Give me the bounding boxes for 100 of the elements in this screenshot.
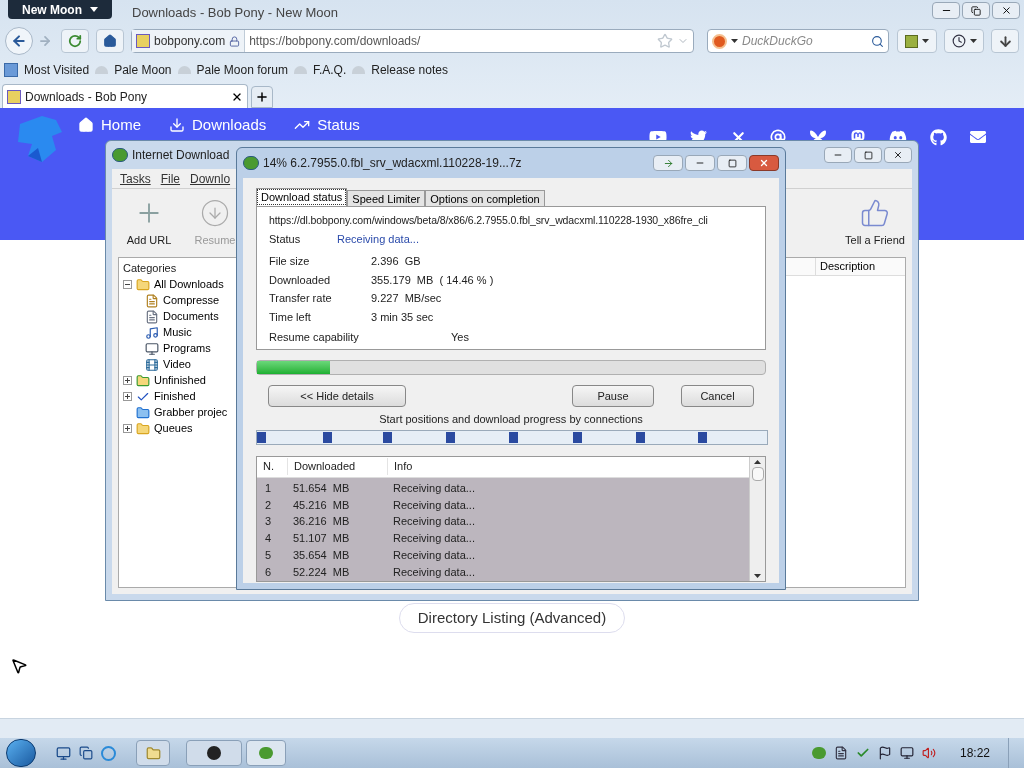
bookmarks-button[interactable] (897, 29, 937, 53)
tree-item[interactable]: Video (163, 356, 191, 373)
column-header[interactable]: Description (815, 258, 905, 275)
expand-toggle[interactable] (123, 392, 132, 401)
speaker-icon (921, 746, 936, 760)
tree-item[interactable]: Grabber projec (154, 404, 228, 421)
globe-icon (177, 66, 191, 74)
toolbar-button[interactable]: Add URL (116, 193, 182, 253)
collapse-toggle[interactable] (123, 280, 132, 289)
app-menu-button[interactable]: New Moon (8, 0, 112, 19)
home-icon (103, 34, 117, 48)
nav-link[interactable]: Downloads (169, 116, 267, 134)
caret-icon (969, 39, 977, 43)
menu-item[interactable]: Tasks (120, 169, 151, 188)
table-cell-text: Receiving data... (392, 531, 475, 547)
download-circle-icon (200, 197, 230, 228)
reload-icon (68, 34, 82, 48)
table-cell-text: 51.654 MB (292, 480, 351, 496)
minimize-button[interactable] (824, 147, 852, 163)
home-button[interactable] (96, 29, 124, 53)
field-value: 2.396 GB (371, 254, 421, 270)
close-icon (893, 150, 903, 160)
bookmark-link[interactable]: Pale Moon forum (196, 61, 288, 79)
maximize-button[interactable] (854, 147, 882, 163)
close-button[interactable] (749, 155, 779, 171)
caret-icon (731, 39, 738, 43)
close-button[interactable] (992, 2, 1020, 19)
bookmark-link[interactable]: Pale Moon (114, 61, 172, 79)
table-cell-text: 51.107 MB (292, 531, 351, 547)
field-value: 3 min 35 sec (371, 309, 434, 325)
browser-tab[interactable]: Downloads - Bob Pony (2, 84, 248, 108)
dialog-tab[interactable]: Download status (256, 188, 348, 206)
window-title: Downloads - Bob Pony - New Moon (132, 4, 338, 22)
directory-listing-button[interactable]: Directory Listing (Advanced) (398, 603, 626, 633)
close-button[interactable] (884, 147, 912, 163)
search-bar[interactable]: DuckDuckGo (707, 29, 889, 53)
site-identity[interactable]: bobpony.com (132, 30, 246, 52)
url-text: https://bobpony.com/downloads/ (249, 33, 421, 50)
taskbar-downloader-button[interactable] (246, 740, 286, 766)
restore-button[interactable] (962, 2, 990, 19)
start-button[interactable] (6, 739, 36, 767)
dialog-button[interactable]: Cancel (681, 385, 754, 407)
tree-item[interactable]: Queues (154, 420, 193, 437)
folder-icon (136, 421, 150, 436)
field-value: 355.179 MB ( 14.46 % ) (371, 272, 494, 288)
column-header[interactable]: Info (387, 458, 413, 475)
send-to-tray-button[interactable] (653, 155, 683, 171)
scroll-down-icon (754, 573, 761, 578)
toolbar-button[interactable]: Tell a Friend (842, 193, 908, 253)
dialog-button[interactable]: Pause (572, 385, 654, 407)
expand-toggle[interactable] (123, 424, 132, 433)
dialog-tab[interactable]: Options on completion (425, 190, 545, 206)
minimize-button[interactable] (685, 155, 715, 171)
folder-icon (145, 745, 161, 761)
nav-link[interactable]: Home (78, 116, 141, 134)
music-note-icon (145, 325, 159, 340)
caret-icon (90, 7, 98, 12)
check-icon (855, 746, 870, 760)
menu-item[interactable]: Downlo (190, 169, 231, 188)
new-tab-button[interactable] (251, 86, 273, 108)
tree-item[interactable]: All Downloads (154, 276, 224, 293)
dialog-button[interactable]: << Hide details (268, 385, 406, 407)
window-title: Internet Download (132, 147, 230, 164)
tree-item[interactable]: Music (163, 324, 192, 341)
search-engine-icon[interactable] (712, 33, 727, 49)
expand-toggle[interactable] (123, 376, 132, 385)
history-button[interactable] (944, 29, 984, 53)
tree-item[interactable]: Unfinished (154, 372, 206, 389)
address-bar[interactable]: bobpony.com https://bobpony.com/downloads/ (131, 29, 694, 53)
column-header[interactable]: Downloaded (287, 458, 387, 475)
dialog-tab[interactable]: Speed Limiter (347, 190, 426, 206)
tree-item[interactable]: Programs (163, 340, 211, 357)
nav-link[interactable]: Status (294, 116, 360, 134)
tree-item[interactable]: Compresse (163, 292, 220, 309)
search-icon (871, 34, 884, 48)
reload-button[interactable] (61, 29, 89, 53)
menu-item[interactable]: File (160, 169, 181, 188)
scrollbar[interactable] (749, 456, 765, 581)
bookmark-link[interactable]: Most Visited (24, 61, 90, 79)
bookmarks-icon (905, 34, 918, 48)
downloads-button[interactable] (991, 29, 1019, 53)
mouse-pointer-icon (10, 657, 28, 675)
bookmark-link[interactable]: Release notes (371, 61, 448, 79)
taskbar-browser-button[interactable] (186, 740, 242, 766)
tree-item[interactable]: Finished (154, 388, 196, 405)
clock[interactable]: 18:22 (959, 744, 990, 762)
bookmark-link[interactable]: F.A.Q. (312, 61, 347, 79)
close-icon (759, 158, 769, 168)
table-cell-text: Receiving data... (392, 497, 475, 513)
network-icon (899, 746, 914, 760)
globe-icon (293, 66, 307, 74)
folder-icon (136, 373, 150, 388)
caret-icon (922, 39, 929, 43)
maximize-button[interactable] (717, 155, 747, 171)
back-button[interactable] (5, 27, 33, 55)
field-label: Transfer rate (269, 291, 333, 307)
tree-item[interactable]: Documents (163, 308, 219, 325)
column-header[interactable]: N. (257, 458, 287, 475)
search-input[interactable]: DuckDuckGo (742, 32, 867, 50)
thumbs-up-icon (860, 197, 890, 228)
